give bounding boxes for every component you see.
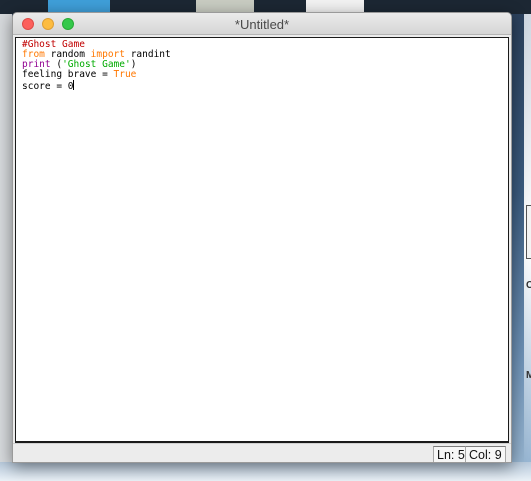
code-token: True	[113, 69, 137, 80]
code-token: feeling brave =	[22, 69, 114, 80]
background-window-edge	[0, 14, 12, 481]
desktop-dock-area	[0, 462, 531, 481]
background-window-fragment	[526, 205, 531, 259]
title-bar[interactable]: *Untitled*	[13, 13, 511, 35]
code-text-area[interactable]: #Ghost Game from random import randint pri…	[22, 40, 171, 92]
status-bar: Ln: 5 Col: 9	[13, 443, 511, 462]
code-line: feeling brave = True	[22, 70, 171, 80]
code-editor[interactable]: #Ghost Game from random import randint pri…	[15, 37, 509, 443]
background-text-fragment: M	[526, 370, 531, 381]
code-token: score = 0	[22, 81, 74, 92]
background-text-fragment: C	[526, 280, 531, 291]
text-cursor	[73, 80, 75, 90]
code-line: score = 0	[22, 80, 171, 92]
line-number-indicator: Ln: 5	[433, 446, 469, 462]
column-number-indicator: Col: 9	[465, 446, 506, 462]
editor-window: *Untitled* #Ghost Game from random import…	[12, 12, 512, 463]
window-title: *Untitled*	[234, 17, 290, 32]
